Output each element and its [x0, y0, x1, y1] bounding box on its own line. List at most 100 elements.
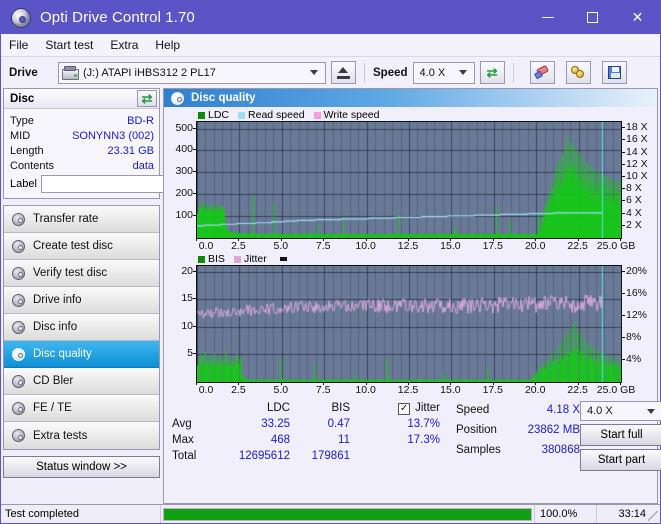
stats-avg-bis: 0.47 — [327, 418, 350, 430]
stats-avg-jitter: 13.7% — [407, 418, 440, 430]
speed-select[interactable]: 4.0 X — [412, 61, 475, 84]
stats-max-ldc: 468 — [270, 434, 290, 446]
y2-tick-label: 12% — [626, 308, 648, 321]
x-tick — [323, 382, 325, 385]
x-tick — [196, 382, 197, 385]
test-speed-value: 4.0 X — [587, 405, 613, 417]
sidebar-item-label: Transfer rate — [33, 213, 99, 225]
sidebar-item-create-test-disc[interactable]: Create test disc — [4, 233, 159, 260]
x-tick-label: 12.5 — [397, 384, 419, 396]
y2-tick-label: 8 X — [626, 182, 642, 195]
drive-toolbar: Drive (J:) ATAPI iHBS312 2 PL17 Speed 4.… — [1, 57, 660, 88]
resize-grip[interactable] — [648, 511, 658, 521]
y2-tick — [622, 314, 625, 316]
jitter-header: ✓ Jitter — [366, 401, 440, 416]
y2-tick — [622, 188, 625, 190]
y2-tick-label: 12 X — [626, 157, 648, 170]
eject-button[interactable] — [331, 61, 356, 84]
title-bar: Opti Drive Control 1.70 ✕ — [1, 1, 660, 34]
sidebar-item-label: Verify test disc — [33, 267, 108, 279]
x-tick — [196, 238, 197, 241]
y-tick-label: 200 — [175, 187, 193, 200]
disc-quality-icon — [170, 91, 185, 105]
page-title: Disc quality — [191, 92, 256, 104]
x-tick-label: 10.0 — [355, 240, 376, 252]
disc-length-value: 23.31 GB — [107, 144, 154, 157]
samples-stat-label: Samples — [456, 444, 501, 456]
drive-select[interactable]: (J:) ATAPI iHBS312 2 PL17 — [58, 61, 326, 84]
x-tick-label: 25.0 GB — [596, 384, 636, 396]
x-tick — [238, 238, 240, 241]
sidebar-item-verify-test-disc[interactable]: Verify test disc — [4, 260, 159, 287]
disc-refresh-button[interactable]: ⇄ — [137, 90, 157, 107]
disc-panel: Disc ⇄ Type BD-R MID SONYNN3 (002) Lengt… — [3, 88, 243, 199]
jitter-checkbox[interactable]: ✓ — [398, 402, 411, 415]
menu-item-extra[interactable]: Extra — [110, 38, 138, 52]
app-disc-icon — [11, 7, 31, 28]
menu-item-file[interactable]: File — [9, 38, 28, 52]
test-speed-select[interactable]: 4.0 X — [580, 401, 661, 421]
sidebar-item-label: CD Bler — [33, 375, 74, 387]
sidebar-item-extra-tests[interactable]: Extra tests — [4, 422, 159, 449]
stats-grid: LDC BIS Avg 33.25 0.47 Max 468 11 Total … — [166, 401, 350, 464]
settings-button[interactable] — [565, 61, 591, 84]
test-nav-list: Transfer rate Create test disc Verify te… — [3, 205, 160, 450]
sidebar-item-disc-info[interactable]: Disc info — [4, 314, 159, 341]
y2-tick — [622, 163, 625, 165]
maximize-button[interactable] — [570, 1, 615, 34]
ldc-y-axis: 500 400 300 200 100 — [166, 121, 196, 239]
disc-row-mid: MID SONYNN3 (002) — [10, 128, 154, 143]
menu-item-start-test[interactable]: Start test — [45, 38, 93, 52]
disc-panel-title: Disc — [10, 92, 35, 105]
y2-tick-label: 18 X — [626, 121, 648, 134]
y2-tick-label: 2 X — [626, 218, 642, 231]
disc-type-value: BD-R — [127, 114, 154, 127]
x-tick-label: 5.0 — [273, 240, 289, 252]
sidebar-item-fe-te[interactable]: FE / TE — [4, 395, 159, 422]
start-part-button[interactable]: Start part — [580, 449, 661, 471]
refresh-button[interactable]: ⇄ — [479, 61, 505, 84]
x-tick-label: 15.0 — [440, 384, 461, 396]
x-tick — [450, 238, 452, 241]
disc-panel-header: Disc ⇄ — [4, 89, 159, 109]
cd-bler-icon — [11, 374, 26, 388]
x-tick — [620, 382, 621, 385]
sidebar-item-disc-quality[interactable]: Disc quality — [4, 341, 159, 368]
disc-row-length: Length 23.31 GB — [10, 143, 154, 158]
erase-button[interactable] — [529, 61, 555, 84]
y-tick-label: 10 — [181, 319, 193, 332]
chevron-down-icon — [458, 70, 467, 75]
legend-swatch-bis — [198, 255, 205, 263]
stats-header-ldc: LDC — [266, 402, 290, 414]
start-full-button[interactable]: Start full — [580, 424, 661, 446]
close-icon[interactable]: ✕ — [615, 1, 660, 34]
x-tick-label: 5.0 — [273, 384, 289, 396]
y2-tick-label: 16 X — [626, 133, 648, 146]
menu-item-help[interactable]: Help — [155, 38, 180, 52]
sidebar-item-drive-info[interactable]: Drive info — [4, 287, 159, 314]
y2-tick — [622, 151, 625, 153]
y-tick-label: 15 — [181, 292, 193, 305]
stats-max-bis: 11 — [338, 434, 350, 446]
legend-item-ldc: LDC — [198, 109, 229, 121]
y2-tick — [622, 358, 625, 360]
disc-row-contents: Contents data — [10, 158, 154, 173]
legend-swatch-jitter — [233, 255, 241, 263]
speed-position-stats: Speed 4.18 X Position 23862 MB Samples 3… — [440, 401, 580, 501]
sidebar-item-label: Extra tests — [33, 429, 88, 442]
y2-tick-label: 4% — [626, 352, 642, 365]
drive-label: Drive — [9, 66, 38, 79]
samples-stat-value: 380868 — [541, 444, 580, 456]
minimize-button[interactable] — [525, 1, 570, 34]
legend-label-bis: BIS — [208, 253, 225, 265]
sidebar-item-transfer-rate[interactable]: Transfer rate — [4, 206, 159, 233]
sidebar-item-cd-bler[interactable]: CD Bler — [4, 368, 159, 395]
x-tick — [408, 382, 409, 385]
y2-tick-label: 6 X — [626, 194, 642, 207]
save-button[interactable] — [601, 61, 627, 84]
x-tick — [450, 382, 452, 385]
disc-mid-label: MID — [10, 129, 31, 142]
status-window-button[interactable]: Status window >> — [3, 456, 160, 478]
y2-tick-label: 16% — [626, 286, 648, 299]
y2-tick — [622, 127, 625, 129]
